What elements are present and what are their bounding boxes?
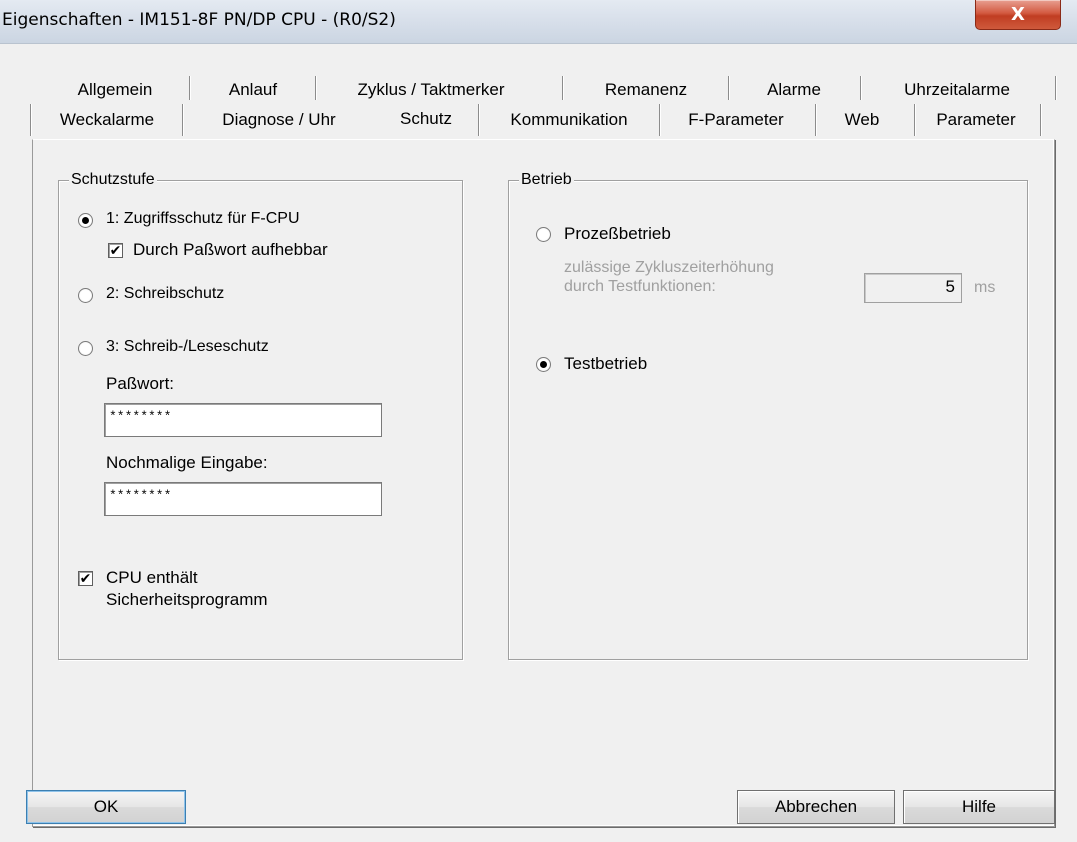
betrieb-group: Betrieb Prozeßbetrieb zulässige Zyklusze…	[508, 170, 1028, 660]
cancel-label: Abbrechen	[774, 797, 858, 816]
password-label: Paßwort:	[106, 374, 175, 393]
tab-label: Alarme	[767, 80, 821, 99]
title-bar: Eigenschaften - IM151-8F PN/DP CPU - (R0…	[0, 0, 1077, 44]
tab-label: Kommunikation	[510, 110, 628, 129]
radio-dot	[82, 217, 89, 224]
tab-separator	[815, 104, 816, 136]
tab-separator	[315, 76, 316, 100]
tab-label: Anlauf	[228, 80, 278, 99]
repeat-password-field[interactable]: ********	[104, 482, 382, 516]
tab-remanenz[interactable]: Remanenz	[564, 78, 728, 102]
tab-separator	[1040, 104, 1041, 136]
tab-web[interactable]: Web	[817, 108, 907, 132]
tab-uhrzeitalarme[interactable]: Uhrzeitalarme	[862, 78, 1052, 102]
ok-button[interactable]: OK	[26, 790, 186, 824]
tab-separator	[659, 104, 660, 136]
tab-separator	[562, 76, 563, 100]
safety-program-label-line1[interactable]: CPU enthält	[106, 568, 198, 588]
option3-label[interactable]: 3: Schreib-/Leseschutz	[106, 338, 269, 356]
tab-f-parameter[interactable]: F-Parameter	[661, 108, 811, 132]
option2-label[interactable]: 2: Schreibschutz	[106, 285, 224, 303]
tab-label: F-Parameter	[688, 110, 784, 129]
ok-label: OK	[93, 797, 119, 816]
tab-separator	[728, 76, 729, 100]
help-label: Hilfe	[961, 797, 996, 816]
safety-program-label-line2[interactable]: Sicherheitsprogramm	[106, 590, 268, 610]
tab-zyklus[interactable]: Zyklus / Taktmerker	[317, 78, 545, 102]
check-icon: ✔	[109, 242, 122, 258]
option1-label[interactable]: 1: Zugriffsschutz für F-CPU	[106, 210, 300, 228]
option2-radio[interactable]	[78, 288, 93, 303]
cycle-unit-label: ms	[974, 279, 996, 296]
tab-label: Schutz	[400, 109, 452, 128]
tab-separator	[860, 76, 861, 100]
tab-label: Web	[844, 110, 880, 129]
tab-separator	[30, 104, 31, 136]
cycle-increase-field[interactable]: 5	[864, 273, 962, 303]
tab-allgemein[interactable]: Allgemein	[40, 78, 190, 102]
tab-kommunikation[interactable]: Kommunikation	[480, 108, 658, 132]
help-button[interactable]: Hilfe	[903, 790, 1055, 824]
schutzstufe-group: Schutzstufe 1: Zugriffsschutz für F-CPU …	[58, 170, 463, 660]
tab-label: Zyklus / Taktmerker	[357, 80, 505, 99]
tab-diagnose-uhr[interactable]: Diagnose / Uhr	[184, 108, 374, 132]
cycle-increase-label-line2: durch Testfunktionen:	[564, 278, 716, 295]
cancel-button[interactable]: Abbrechen	[737, 790, 895, 824]
tab-separator	[189, 76, 190, 100]
option1-radio[interactable]	[78, 213, 93, 228]
check-icon: ✔	[79, 570, 92, 586]
tab-label: Weckalarme	[59, 110, 155, 129]
test-mode-label[interactable]: Testbetrieb	[564, 354, 647, 374]
tab-label: Remanenz	[604, 80, 688, 99]
tab-label: Diagnose / Uhr	[222, 110, 336, 129]
tab-content-panel: Schutzstufe 1: Zugriffsschutz für F-CPU …	[32, 139, 1055, 827]
betrieb-legend: Betrieb	[519, 170, 574, 190]
window-title: Eigenschaften - IM151-8F PN/DP CPU - (R0…	[2, 10, 396, 30]
password-removable-checkbox[interactable]: ✔	[108, 243, 123, 258]
tab-schutz[interactable]: Schutz	[376, 106, 476, 140]
close-icon: X	[1011, 4, 1025, 25]
tab-label: Uhrzeitalarme	[904, 80, 1010, 99]
option3-radio[interactable]	[78, 341, 93, 356]
tab-separator	[914, 104, 915, 136]
tab-parameter[interactable]: Parameter	[916, 108, 1036, 132]
process-mode-radio[interactable]	[536, 227, 551, 242]
properties-dialog: Allgemein Anlauf Zyklus / Taktmerker Rem…	[0, 44, 1077, 842]
tab-separator	[1055, 76, 1056, 100]
repeat-password-label: Nochmalige Eingabe:	[106, 453, 268, 472]
tab-separator	[182, 104, 183, 136]
test-mode-radio[interactable]	[536, 357, 551, 372]
process-mode-label[interactable]: Prozeßbetrieb	[564, 224, 671, 244]
tab-weckalarme[interactable]: Weckalarme	[32, 108, 182, 132]
close-button[interactable]: X	[975, 0, 1061, 30]
radio-dot	[540, 361, 547, 368]
password-removable-label[interactable]: Durch Paßwort aufhebbar	[133, 240, 328, 260]
tab-anlauf[interactable]: Anlauf	[192, 78, 314, 102]
tab-separator	[478, 104, 479, 136]
tab-label: Parameter	[936, 110, 1016, 129]
safety-program-checkbox[interactable]: ✔	[78, 571, 93, 586]
tab-label: Allgemein	[77, 80, 153, 99]
tab-alarme[interactable]: Alarme	[730, 78, 858, 102]
cycle-increase-label-line1: zulässige Zykluszeiterhöhung	[564, 259, 774, 276]
password-field[interactable]: ********	[104, 403, 382, 437]
schutzstufe-legend: Schutzstufe	[69, 170, 157, 190]
